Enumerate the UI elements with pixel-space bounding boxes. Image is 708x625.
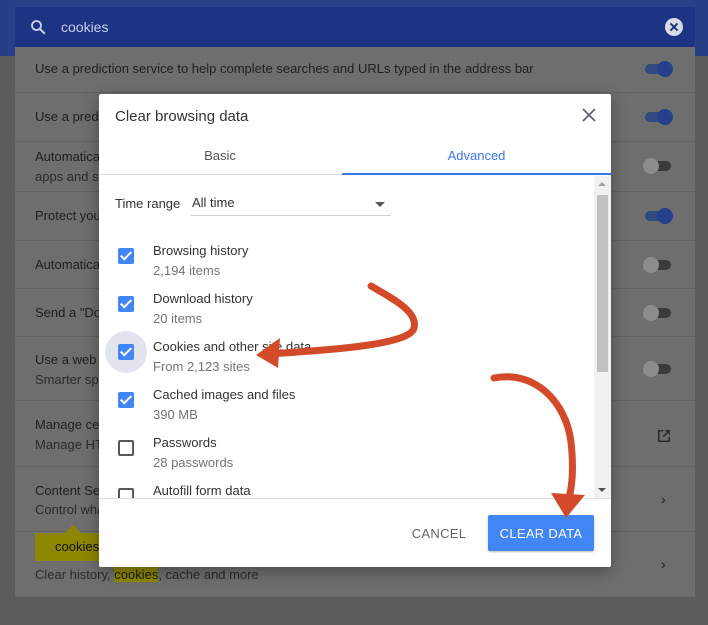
clear-search-icon[interactable] (665, 18, 683, 36)
toggle-switch[interactable] (643, 61, 673, 77)
clear-data-button[interactable]: CLEAR DATA (488, 515, 594, 551)
open-external-icon[interactable] (655, 427, 673, 445)
scrollbar-thumb[interactable] (597, 195, 608, 372)
chevron-right-icon: › (661, 491, 666, 507)
search-input[interactable]: cookies (61, 19, 108, 35)
option-subtitle: 2,194 items (153, 263, 221, 278)
option-subtitle: 28 passwords (153, 455, 234, 470)
setting-label: Use a prediction service to help complet… (35, 61, 534, 76)
checkbox-autofill[interactable] (118, 488, 134, 498)
option-passwords[interactable]: Passwords 28 passwords (99, 428, 594, 476)
toggle-switch[interactable] (643, 208, 673, 224)
scrollbar[interactable] (594, 176, 611, 498)
checkbox-browsing-history[interactable] (118, 248, 134, 264)
option-subtitle: 390 MB (153, 407, 198, 422)
toggle-switch[interactable] (643, 361, 673, 377)
time-range-value: All time (192, 195, 235, 210)
option-title: Passwords (153, 435, 217, 450)
option-title: Browsing history (153, 243, 249, 258)
setting-label: Manage ce (35, 417, 100, 432)
option-title: Cached images and files (153, 387, 296, 402)
cancel-button[interactable]: CANCEL (401, 515, 477, 551)
tab-basic[interactable]: Basic (99, 138, 341, 175)
setting-description: Manage HT (35, 437, 103, 452)
setting-description: Clear history, cookies, cache and more (35, 567, 259, 582)
search-icon (31, 20, 46, 35)
tab-advanced[interactable]: Advanced (342, 138, 611, 175)
checkbox-cookies[interactable] (118, 344, 134, 360)
settings-search-box[interactable]: cookies (15, 7, 695, 47)
dialog-title: Clear browsing data (115, 108, 249, 125)
search-highlight: cookies (114, 567, 159, 582)
option-cookies[interactable]: Cookies and other site data From 2,123 s… (99, 331, 594, 380)
setting-label: Automatica (35, 257, 101, 272)
setting-label: Automatica (35, 149, 101, 164)
dropdown-arrow-icon (375, 202, 385, 207)
option-title: Download history (153, 291, 253, 306)
option-browsing-history[interactable]: Browsing history 2,194 items (99, 236, 594, 284)
option-autofill[interactable]: Autofill form data (99, 476, 594, 498)
setting-label: Use a predi (35, 109, 102, 124)
toggle-switch[interactable] (643, 109, 673, 125)
scroll-down-arrow-icon[interactable] (598, 488, 606, 492)
setting-description: Control wha (35, 502, 105, 517)
setting-label: Send a "Do (35, 305, 102, 320)
close-icon[interactable] (581, 107, 597, 123)
setting-label: Use a web (35, 352, 97, 367)
toggle-switch[interactable] (643, 257, 673, 273)
setting-description: apps and s (35, 169, 99, 184)
scroll-up-arrow-icon[interactable] (598, 182, 606, 186)
checkbox-download-history[interactable] (118, 296, 134, 312)
chevron-right-icon: › (661, 556, 666, 572)
clear-browsing-data-dialog: Clear browsing data Basic Advanced Time … (99, 94, 611, 567)
checkbox-cached-images[interactable] (118, 392, 134, 408)
dialog-tabs: Basic Advanced (99, 138, 611, 175)
search-highlight-bubble: cookies (35, 525, 107, 561)
option-subtitle: 20 items (153, 311, 203, 326)
option-title: Cookies and other site data (153, 339, 312, 354)
setting-description: Smarter sp (35, 372, 99, 387)
option-subtitle: From 2,123 sites (153, 359, 250, 374)
option-download-history[interactable]: Download history 20 items (99, 284, 594, 332)
toggle-switch[interactable] (643, 305, 673, 321)
toggle-switch[interactable] (643, 158, 673, 174)
checkbox-passwords[interactable] (118, 440, 134, 456)
settings-row-prediction-service[interactable]: Use a prediction service to help complet… (15, 47, 695, 93)
time-range-label: Time range (115, 196, 181, 211)
dialog-footer: CANCEL CLEAR DATA (99, 498, 611, 567)
time-range-select[interactable]: All time (191, 192, 391, 216)
dialog-content: Time range All time Browsing history 2,1… (99, 176, 611, 498)
option-cached-images[interactable]: Cached images and files 390 MB (99, 380, 594, 428)
setting-label: Protect you (35, 208, 101, 223)
setting-label: Content Se (35, 483, 101, 498)
option-title: Autofill form data (153, 483, 251, 498)
